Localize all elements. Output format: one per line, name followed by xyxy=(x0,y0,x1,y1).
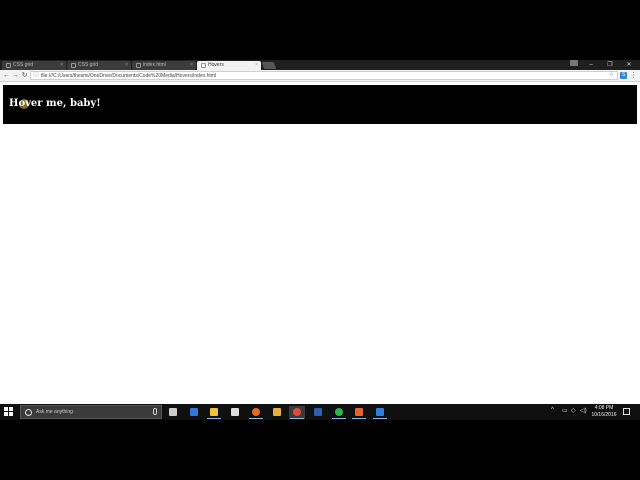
store-taskbar-button[interactable] xyxy=(227,406,243,419)
menu-icon[interactable]: ⋮ xyxy=(630,71,637,81)
file-explorer-icon xyxy=(210,408,218,416)
edge-taskbar-button[interactable] xyxy=(186,406,202,419)
tab-label: Hovers xyxy=(208,62,224,68)
app-blue-icon xyxy=(376,408,384,416)
forward-button[interactable]: → xyxy=(11,71,20,81)
close-icon[interactable]: × xyxy=(190,61,193,70)
close-window-button[interactable]: ✕ xyxy=(620,60,638,70)
chrome-icon xyxy=(293,408,301,416)
powershell-icon xyxy=(314,408,322,416)
page-icon xyxy=(136,63,141,68)
spotify-taskbar-button[interactable] xyxy=(331,406,347,419)
tab-strip: CSS grid × CSS grid × index.html × Hover… xyxy=(0,60,640,70)
windows-logo-icon xyxy=(9,407,13,411)
tab-label: index.html xyxy=(143,62,166,68)
close-icon[interactable]: × xyxy=(125,61,128,70)
back-button[interactable]: ← xyxy=(2,71,11,81)
user-profile-icon[interactable] xyxy=(570,60,578,66)
bookmark-star-icon[interactable]: ☆ xyxy=(609,72,614,79)
network-icon[interactable]: ◇ xyxy=(571,408,577,414)
app-orange-icon xyxy=(355,408,363,416)
clock[interactable]: 4:08 PM 10/16/2016 xyxy=(590,405,618,419)
task-view-icon xyxy=(169,408,177,416)
search-box[interactable]: Ask me anything xyxy=(20,405,162,419)
start-button[interactable] xyxy=(4,407,14,417)
battery-icon[interactable]: ▭ xyxy=(562,408,568,414)
new-tab-button[interactable] xyxy=(261,62,277,69)
firefox-icon xyxy=(252,408,260,416)
chrome-taskbar-button[interactable] xyxy=(289,406,305,419)
address-bar[interactable]: ⓘ file:///C:/Users/thesmi/OneDrive/Docum… xyxy=(30,71,618,80)
reload-button[interactable]: ↻ xyxy=(20,71,29,81)
info-icon[interactable]: ⓘ xyxy=(33,72,39,79)
desktop-screen: CSS grid × CSS grid × index.html × Hover… xyxy=(0,60,640,420)
tab-css-grid-1[interactable]: CSS grid × xyxy=(2,61,66,70)
windows-logo-icon xyxy=(4,412,8,416)
page-icon xyxy=(201,63,206,68)
close-icon[interactable]: × xyxy=(255,61,258,70)
app-orange-taskbar-button[interactable] xyxy=(351,406,367,419)
browser-toolbar: ← → ↻ ⓘ file:///C:/Users/thesmi/OneDrive… xyxy=(0,70,640,82)
tab-label: CSS grid xyxy=(78,62,99,68)
volume-icon[interactable]: ◁) xyxy=(580,408,587,414)
windows-logo-icon xyxy=(9,412,13,416)
app-blue-taskbar-button[interactable] xyxy=(372,406,388,419)
page-icon xyxy=(6,63,11,68)
restore-button[interactable]: ❐ xyxy=(601,60,619,70)
spotify-icon xyxy=(335,408,343,416)
taskbar: Ask me anything ^ ▭ ◇ ◁) 4:08 PM 10/16/2… xyxy=(0,404,640,420)
extension-icon[interactable]: S xyxy=(620,72,627,79)
page-viewport: Hover me, baby! xyxy=(0,83,640,404)
url-text[interactable]: file:///C:/Users/thesmi/OneDrive/Documen… xyxy=(41,72,216,80)
git-icon xyxy=(273,408,281,416)
powershell-taskbar-button[interactable] xyxy=(310,406,326,419)
hover-text[interactable]: Hover me, baby! xyxy=(9,98,101,109)
edge-icon xyxy=(190,408,198,416)
hover-box[interactable]: Hover me, baby! xyxy=(3,85,637,124)
clock-time: 4:08 PM xyxy=(594,405,614,411)
tab-hovers[interactable]: Hovers × xyxy=(197,61,261,70)
store-icon xyxy=(231,408,239,416)
minimize-button[interactable]: – xyxy=(582,60,600,70)
close-icon[interactable]: × xyxy=(60,61,63,70)
notification-icon[interactable] xyxy=(623,408,630,415)
file-explorer-taskbar-button[interactable] xyxy=(206,406,222,419)
clock-date: 10/16/2016 xyxy=(591,412,617,418)
firefox-taskbar-button[interactable] xyxy=(248,406,264,419)
git-taskbar-button[interactable] xyxy=(269,406,285,419)
tray-chevron-icon[interactable]: ^ xyxy=(551,407,554,413)
tab-css-grid-2[interactable]: CSS grid × xyxy=(67,61,131,70)
search-placeholder: Ask me anything xyxy=(36,409,73,415)
microphone-icon[interactable] xyxy=(153,408,157,415)
tab-label: CSS grid xyxy=(13,62,34,68)
cortana-icon xyxy=(25,409,32,416)
windows-logo-icon xyxy=(4,407,8,411)
tab-index-html[interactable]: index.html × xyxy=(132,61,196,70)
task-view-taskbar-button[interactable] xyxy=(165,406,181,419)
page-icon xyxy=(71,63,76,68)
